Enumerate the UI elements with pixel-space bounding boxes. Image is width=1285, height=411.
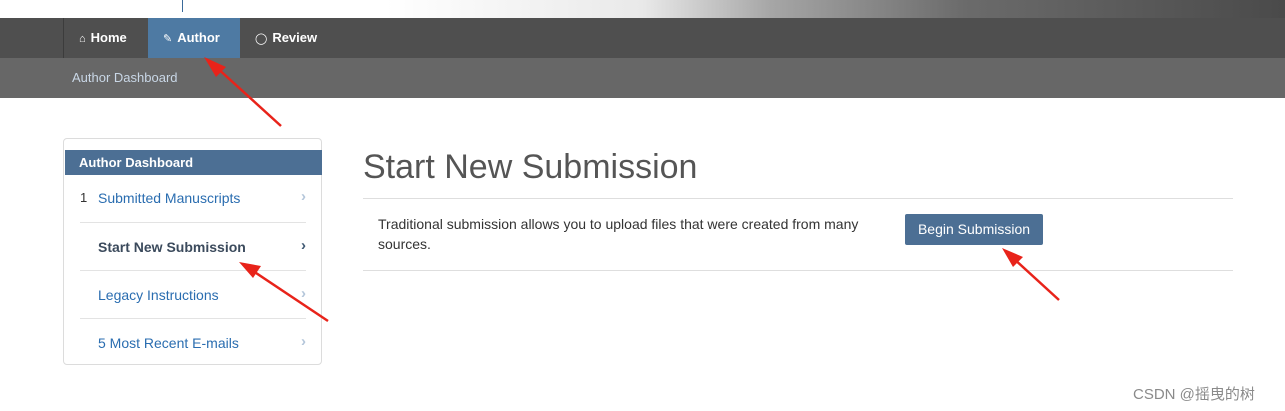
sidebar-item-legacy-instructions[interactable]: Legacy Instructions › bbox=[80, 270, 306, 318]
main-navbar: ⌂ Home ✎ Author ◯ Review bbox=[0, 18, 1285, 58]
nav-author[interactable]: ✎ Author bbox=[148, 18, 240, 58]
sidebar-item-label: Legacy Instructions bbox=[98, 287, 219, 303]
nav-home[interactable]: ⌂ Home bbox=[64, 18, 148, 58]
chevron-right-icon: › bbox=[301, 188, 306, 205]
home-icon: ⌂ bbox=[79, 33, 86, 45]
chevron-right-icon: › bbox=[301, 333, 306, 350]
sidebar-item-start-new-submission[interactable]: Start New Submission › bbox=[80, 222, 306, 270]
annotation-arrow-icon bbox=[1002, 248, 1060, 301]
divider-top bbox=[363, 198, 1233, 199]
nav-review[interactable]: ◯ Review bbox=[240, 18, 336, 58]
breadcrumb[interactable]: Author Dashboard bbox=[72, 58, 178, 98]
chevron-right-icon: › bbox=[301, 237, 306, 254]
sidebar-item-label: 5 Most Recent E-mails bbox=[98, 335, 239, 351]
cursor-marker bbox=[182, 0, 183, 12]
author-dashboard-panel: Author Dashboard 1 Submitted Manuscripts… bbox=[63, 138, 322, 365]
pencil-icon: ✎ bbox=[163, 33, 173, 45]
page-title: Start New Submission bbox=[363, 148, 698, 186]
browser-top-strip bbox=[0, 0, 1285, 18]
item-count: 1 bbox=[80, 190, 88, 205]
sidebar-item-submitted-manuscripts[interactable]: 1 Submitted Manuscripts › bbox=[80, 174, 306, 222]
speech-bubble-icon: ◯ bbox=[255, 33, 268, 45]
nav-home-label: Home bbox=[90, 30, 127, 45]
nav-author-label: Author bbox=[177, 30, 220, 45]
sidebar-item-recent-emails[interactable]: 5 Most Recent E-mails › bbox=[80, 318, 306, 366]
chevron-right-icon: › bbox=[301, 285, 306, 302]
watermark-text: CSDN @摇曳的树 bbox=[1133, 386, 1255, 403]
sidebar-item-label: Submitted Manuscripts bbox=[98, 190, 241, 206]
panel-title: Author Dashboard bbox=[65, 150, 322, 175]
begin-submission-button[interactable]: Begin Submission bbox=[905, 214, 1043, 245]
divider-bottom bbox=[363, 270, 1233, 271]
sidebar-item-label: Start New Submission bbox=[98, 239, 246, 255]
breadcrumb-bar: Author Dashboard bbox=[0, 58, 1285, 98]
nav-review-label: Review bbox=[272, 30, 318, 45]
submission-description: Traditional submission allows you to upl… bbox=[378, 216, 859, 252]
